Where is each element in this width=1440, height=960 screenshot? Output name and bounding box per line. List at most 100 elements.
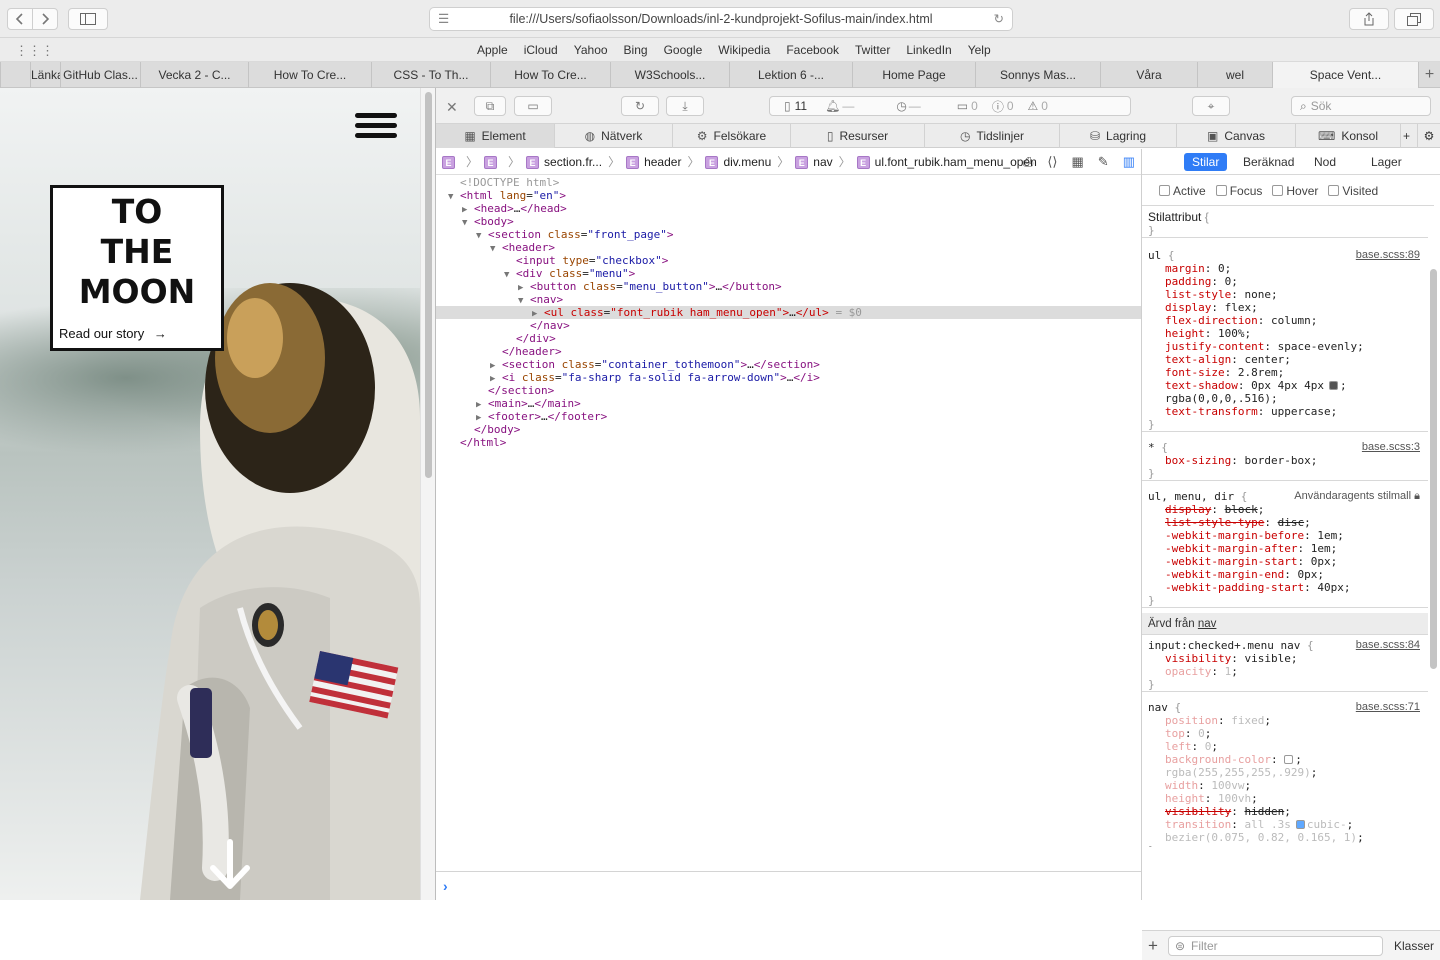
breadcrumb-item[interactable]: Esection.fr... — [526, 155, 602, 169]
website-scrollbar[interactable] — [420, 88, 435, 900]
breadcrumb-item[interactable]: Ediv.menu — [705, 155, 771, 169]
tab[interactable]: Lektion 6 -... — [729, 62, 852, 88]
selector-text[interactable]: ul — [1148, 249, 1161, 262]
sidebar-tab-stilar[interactable]: Stilar — [1184, 153, 1228, 171]
gear-icon[interactable]: ⚙ — [1418, 124, 1440, 148]
tab[interactable]: CSS - To Th... — [371, 62, 490, 88]
dom-node[interactable]: ▶ <section class="container_tothemoon">…<… — [436, 358, 1141, 371]
color-swatch[interactable] — [1284, 755, 1294, 764]
address-bar[interactable]: ☰ file:///Users/sofiaolsson/Downloads/in… — [429, 7, 1013, 31]
back-button[interactable] — [7, 8, 33, 30]
share-button[interactable] — [1349, 8, 1389, 30]
dom-node[interactable]: ▶ <ul class="font_rubik ham_menu_open">…<… — [436, 306, 1141, 319]
element-picker-button[interactable]: ⌖ — [1192, 96, 1230, 116]
hamburger-menu-icon[interactable] — [355, 113, 397, 139]
css-declaration[interactable]: visibility: visible; — [1148, 652, 1428, 665]
css-declaration[interactable]: position: fixed; — [1148, 714, 1428, 727]
css-declaration[interactable]: background-color: ; — [1148, 753, 1428, 766]
css-declaration[interactable]: box-sizing: border-box; — [1148, 454, 1428, 467]
new-tab-icon[interactable]: + — [1396, 124, 1418, 148]
tab-konsol[interactable]: ⌨ Konsol — [1296, 124, 1401, 148]
rule-source-link[interactable]: base.scss:84 — [1356, 639, 1420, 652]
favorite-link[interactable]: Facebook — [778, 38, 847, 62]
dock-bottom-button[interactable]: ▭ — [514, 96, 552, 116]
reload-page-button[interactable]: ↻ — [621, 96, 659, 116]
tab[interactable]: Vecka 2 - C... — [140, 62, 248, 88]
dom-node[interactable]: <input type="checkbox"> — [436, 254, 1141, 267]
tab[interactable]: wel — [1197, 62, 1272, 88]
dom-node[interactable]: ▶ <i class="fa-sharp fa-solid fa-arrow-do… — [436, 371, 1141, 384]
rule-source-link[interactable]: base.scss:71 — [1356, 701, 1420, 714]
grid-icon[interactable]: ⋮⋮⋮ — [15, 43, 54, 59]
grid-icon[interactable]: ▦ — [1072, 154, 1084, 170]
pseudo-focus-checkbox[interactable]: Focus — [1215, 184, 1262, 198]
dom-node[interactable]: ▼ <div class="menu"> — [436, 267, 1141, 280]
css-declaration[interactable]: -webkit-margin-before: 1em; — [1148, 529, 1428, 542]
brush-icon[interactable]: ✎ — [1098, 154, 1109, 170]
css-declaration[interactable]: height: 100vh; — [1148, 792, 1428, 805]
css-declaration[interactable]: list-style: none; — [1148, 288, 1428, 301]
add-rule-icon[interactable]: + — [1148, 936, 1158, 956]
css-declaration[interactable]: -webkit-margin-end: 0px; — [1148, 568, 1428, 581]
dom-node[interactable]: </html> — [436, 436, 1141, 449]
classes-toggle[interactable]: Klasser — [1394, 939, 1434, 953]
download-button[interactable]: ⤓ — [666, 96, 704, 116]
tab[interactable]: Våra — [1100, 62, 1197, 88]
css-declaration[interactable]: height: 100%; — [1148, 327, 1428, 340]
tab-resurser[interactable]: ▯ Resurser — [791, 124, 925, 148]
pseudo-active-checkbox[interactable]: Active — [1159, 184, 1206, 198]
css-declaration[interactable]: display: block; — [1148, 503, 1428, 516]
breadcrumb-item[interactable]: Enav — [795, 155, 833, 169]
css-declaration[interactable]: width: 100vw; — [1148, 779, 1428, 792]
breadcrumb-item[interactable]: Eul.font_rubik.ham_menu_open — [856, 155, 1037, 169]
favorite-link[interactable]: Yelp — [960, 38, 999, 62]
css-declaration[interactable]: font-size: 2.8rem; — [1148, 366, 1428, 379]
css-declaration[interactable]: list-style-type: disc; — [1148, 516, 1428, 529]
dom-node[interactable]: ▶ <button class="menu_button">…</button> — [436, 280, 1141, 293]
tab[interactable]: W3Schools... — [610, 62, 729, 88]
css-declaration[interactable]: opacity: 1; — [1148, 665, 1428, 678]
dom-node[interactable]: </div> — [436, 332, 1141, 345]
inspector-search-field[interactable]: ⌕ Sök — [1291, 96, 1431, 116]
console-prompt[interactable]: › — [436, 871, 1141, 900]
favorite-link[interactable]: Yahoo — [566, 38, 616, 62]
css-declaration[interactable]: -webkit-padding-start: 40px; — [1148, 581, 1428, 594]
dom-node[interactable]: ▼ <section class="front_page"> — [436, 228, 1141, 241]
favorite-link[interactable]: Google — [656, 38, 711, 62]
pseudo-hover-checkbox[interactable]: Hover — [1272, 184, 1318, 198]
css-declaration[interactable]: flex-direction: column; — [1148, 314, 1428, 327]
rule-source-link[interactable]: base.scss:89 — [1356, 249, 1420, 262]
selector-text[interactable]: ul, menu, dir — [1148, 490, 1234, 503]
tab[interactable]: How To Cre... — [248, 62, 371, 88]
css-declaration[interactable]: margin: 0; — [1148, 262, 1428, 275]
tab[interactable]: Space Vent... — [1272, 62, 1418, 88]
breadcrumb-item[interactable]: E — [484, 155, 502, 169]
css-declaration[interactable]: left: 0; — [1148, 740, 1428, 753]
breadcrumb-item[interactable]: Eheader — [626, 155, 681, 169]
tabs-overview-button[interactable] — [1394, 8, 1434, 30]
rule-source-link[interactable]: base.scss:3 — [1362, 441, 1420, 454]
sidebar-scrollbar[interactable] — [1430, 269, 1437, 669]
favorite-link[interactable]: Wikipedia — [710, 38, 778, 62]
favorite-link[interactable]: Twitter — [847, 38, 898, 62]
dom-node[interactable]: ▼ <nav> — [436, 293, 1141, 306]
selector-text[interactable]: * — [1148, 441, 1155, 454]
css-declaration[interactable]: text-shadow: 0px 4px 4px; — [1148, 379, 1428, 392]
dom-node[interactable]: </body> — [436, 423, 1141, 436]
css-declaration[interactable]: visibility: hidden; — [1148, 805, 1428, 818]
checkbox[interactable] — [1215, 185, 1227, 196]
detach-window-button[interactable]: ⧉ — [474, 96, 506, 116]
tab-felsökare[interactable]: ⚙ Felsökare — [673, 124, 791, 148]
close-icon[interactable]: ✕ — [446, 99, 458, 116]
css-declaration[interactable]: -webkit-margin-after: 1em; — [1148, 542, 1428, 555]
dom-node[interactable]: ▶ <head>…</head> — [436, 202, 1141, 215]
print-icon[interactable]: ⎙ — [1023, 154, 1033, 170]
tab[interactable]: Länkar | — [30, 62, 60, 88]
braces-icon[interactable]: ⟨⟩ — [1047, 154, 1057, 170]
arrow-down-icon[interactable] — [205, 838, 255, 893]
checkbox[interactable] — [1159, 185, 1170, 196]
dom-node[interactable]: ▼ <html lang="en"> — [436, 189, 1141, 202]
checkbox[interactable] — [1328, 185, 1340, 196]
css-declaration[interactable]: top: 0; — [1148, 727, 1428, 740]
reload-icon[interactable]: ↻ — [994, 8, 1004, 31]
